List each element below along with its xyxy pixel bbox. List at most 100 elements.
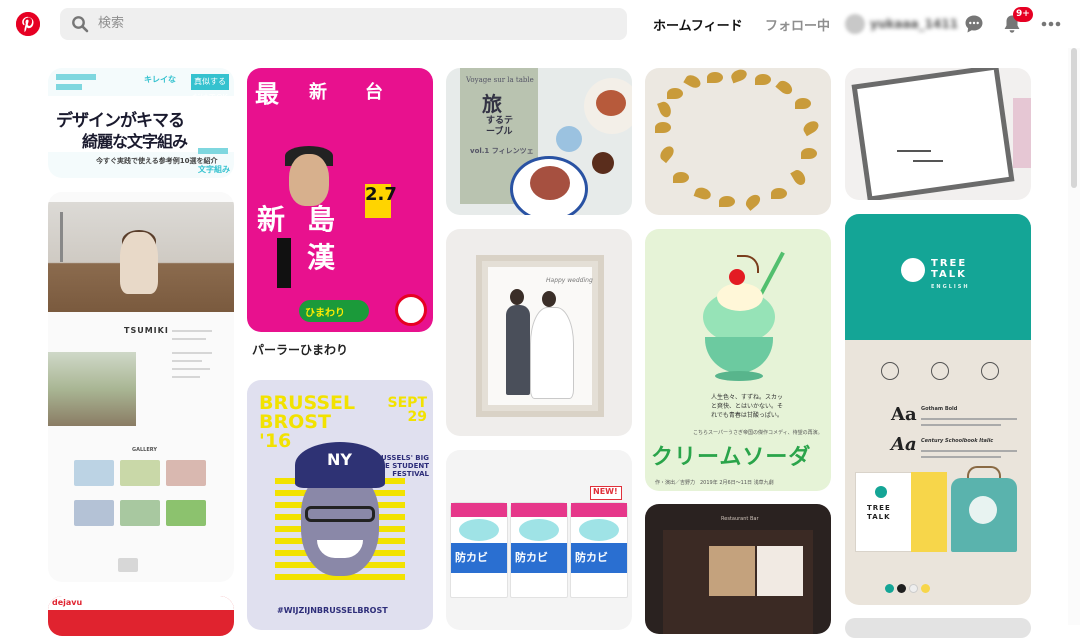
cap-logo: NY (327, 450, 352, 469)
username: yukaaa_1411 (870, 17, 959, 31)
pin-tree-talk-branding[interactable]: TREE TALK ENGLISH Aa Gotham Bold Aa Cent… (845, 214, 1031, 605)
product-name: 防カビ (455, 551, 488, 564)
chat-icon[interactable] (963, 13, 985, 35)
book-subtitle: Voyage sur la table (466, 76, 534, 84)
book-volume: vol.1 フィレンツェ (470, 147, 534, 155)
font-sample: Aa (891, 434, 917, 455)
font-name: Century Schoolbook Italic (921, 438, 994, 444)
pin-wedding-illustration[interactable]: Happy wedding (446, 229, 632, 436)
scrollbar-thumb[interactable] (1071, 48, 1077, 188)
pin-tsumiki-website[interactable]: TSUMIKI GALLERY (48, 192, 234, 582)
bride-figure (530, 307, 574, 399)
black-block (277, 238, 291, 288)
gallery-thumb (166, 500, 206, 526)
nav-following[interactable]: フォロー中 (765, 15, 830, 34)
flyer-kanji: 漢 (307, 241, 336, 274)
shop-logo: ひまわり (299, 300, 369, 322)
site-title: Restaurant Bar (721, 516, 759, 522)
pin-food-table[interactable]: Voyage sur la table 旅 するテーブル vol.1 フィレンツ… (446, 68, 632, 215)
pin-typography-article[interactable]: キレイな 真似するだけでOK デザインがキマる 綺麗な文字組み 今すぐ実践で使え… (48, 68, 234, 178)
product-name: 防カビ (515, 551, 548, 564)
product-name: 防カビ (575, 551, 608, 564)
alphabet-line (921, 418, 1017, 420)
flyer-kanji: 島 (307, 203, 336, 236)
poster-sub: こちらスーパーうさぎ帝国の傑作コメディ、待望の再演。 (693, 430, 823, 436)
glass-foot (715, 371, 763, 381)
footer-thumb (118, 558, 138, 572)
book-title: 旅 (482, 92, 502, 116)
pin-tag: 真似するだけでOK (191, 74, 229, 102)
cup (592, 152, 614, 174)
product-pack: 防カビ (570, 502, 628, 598)
new-label: NEW! (593, 487, 618, 496)
tree-outline-icon (981, 362, 999, 380)
color-swatch (909, 584, 918, 593)
font-name: Gotham Bold (921, 406, 958, 412)
picture-frame (851, 68, 1015, 200)
search-bar[interactable]: 検索 (60, 8, 627, 40)
child-figure (120, 232, 158, 294)
bicycle-drawing (913, 142, 943, 162)
decorative-stripe (198, 148, 228, 154)
script-text: Happy wedding (546, 277, 593, 284)
avatar (845, 14, 865, 34)
pin-framed-art[interactable] (845, 68, 1031, 200)
glass-base (705, 337, 773, 373)
notification-badge: 9+ (1013, 7, 1033, 22)
decorative-stripe (56, 84, 82, 90)
poster-hashtag: #WIJZIJNBRUSSELBROST (277, 606, 388, 615)
pin-dejavu-site[interactable]: dejavu (48, 596, 234, 636)
alphabet-line (921, 456, 1001, 458)
pin-brussel-brost-poster[interactable]: BRUSSEL BROST '16 SEPT 29 BRUSSELS' BIG … (247, 380, 433, 630)
badge-circle (395, 294, 427, 326)
speech-bubble-icon (931, 362, 949, 380)
product-pack: 防カビ (450, 502, 508, 598)
alphabet-line (921, 424, 1001, 426)
gallery-heading: GALLERY (132, 447, 157, 453)
search-icon (72, 16, 89, 33)
pin-side-text: キレイな (144, 75, 176, 84)
tree-logo-icon (875, 486, 887, 498)
food (596, 90, 626, 116)
shop-logo-text: ひまわり (305, 308, 345, 319)
site-brand: TSUMIKI (124, 326, 169, 335)
user-profile-link[interactable]: yukaaa_1411 (845, 14, 958, 34)
pinterest-logo-icon[interactable] (16, 12, 40, 36)
groom-figure (506, 305, 530, 395)
search-input[interactable]: 検索 (98, 16, 124, 32)
section-photo (48, 352, 136, 426)
pin-product-packs[interactable]: NEW! 防カビ 防カビ 防カビ (446, 450, 632, 630)
pin-title[interactable]: パーラーひまわり (252, 341, 348, 358)
flyer-date: 2.7 (365, 184, 397, 205)
pin-parlor-flyer[interactable]: 最 新 台 2.7 新 島 漢 ひまわり (247, 68, 433, 332)
color-swatch (885, 584, 894, 593)
site-brand: dejavu (52, 598, 83, 607)
brand-sub: ENGLISH (931, 284, 970, 290)
pin-headline-2: 綺麗な文字組み (82, 132, 188, 151)
food (530, 166, 570, 200)
glasses (305, 506, 375, 522)
poster-copy: 人生色々、すずね。スカッと爽快、とはいかない。それでも青春は甘酸っぱい。 (711, 394, 784, 419)
pin-partial[interactable] (845, 618, 1031, 638)
top-header: 検索 ホームフィード フォロー中 yukaaa_1411 9+ (0, 0, 1080, 48)
color-swatch (921, 584, 930, 593)
pin-gold-wreath[interactable] (645, 68, 831, 215)
flyer-kanji: 台 (365, 82, 383, 103)
pin-cream-soda-poster[interactable]: 人生色々、すずね。スカッと爽快、とはいかない。それでも青春は甘酸っぱい。 こちら… (645, 229, 831, 491)
product-pack: 防カビ (510, 502, 568, 598)
decorative-stripe (56, 74, 96, 80)
color-swatch (897, 584, 906, 593)
nav-home-feed[interactable]: ホームフィード (653, 15, 743, 34)
flyer-kanji: 新 (257, 203, 286, 236)
gallery-thumb (120, 460, 160, 486)
ice-cream (717, 283, 763, 311)
gallery-thumb (74, 460, 114, 486)
more-icon[interactable] (1040, 14, 1062, 34)
tree-logo-icon (901, 258, 925, 282)
brand-name: TREE TALK (931, 258, 968, 280)
notebook-page (911, 472, 947, 552)
gallery-thumb (74, 500, 114, 526)
blue-glass (556, 126, 582, 152)
pin-dark-website[interactable]: Restaurant Bar (645, 504, 831, 634)
flyer-kanji: 新 (309, 82, 327, 103)
